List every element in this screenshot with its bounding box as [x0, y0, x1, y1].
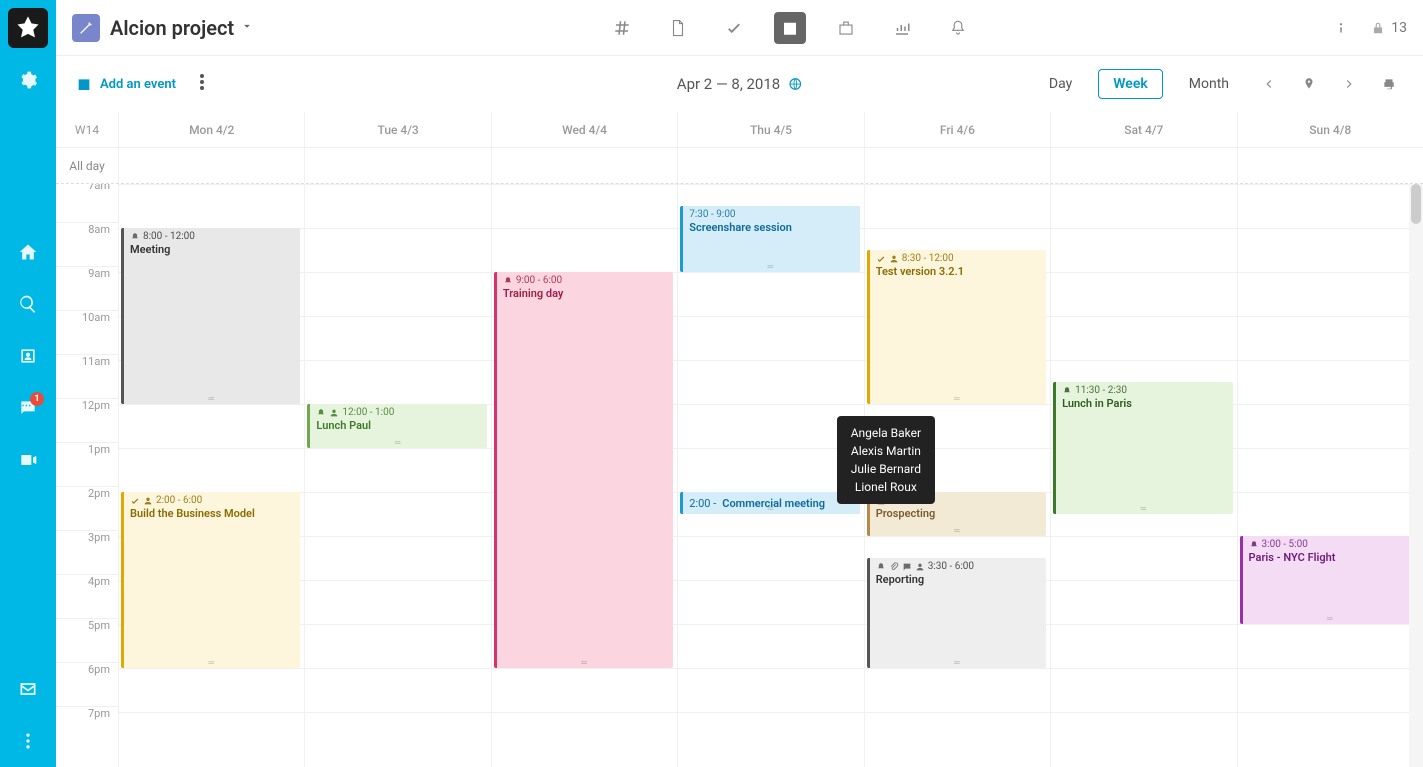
event-lunch[interactable]: 12:00 - 1:00 Lunch Paul ═	[307, 404, 486, 448]
day-column-sat[interactable]: 11:30 - 2:30 Lunch in Paris ═	[1050, 184, 1236, 767]
search-icon[interactable]	[8, 284, 48, 324]
attachment-icon	[889, 562, 899, 572]
next-icon[interactable]	[1335, 70, 1363, 98]
home-icon[interactable]	[8, 232, 48, 272]
day-column-sun[interactable]: 3:00 - 5:00 Paris - NYC Flight ═	[1237, 184, 1423, 767]
event-paris[interactable]: 11:30 - 2:30 Lunch in Paris ═	[1053, 382, 1232, 514]
bell-icon	[503, 276, 513, 286]
sidebar: 1	[0, 0, 56, 767]
more-sidebar-icon[interactable]	[8, 721, 48, 761]
day-header[interactable]: Wed 4/4	[491, 112, 677, 147]
event-screenshare[interactable]: 7:30 - 9:00 Screenshare session ═	[680, 206, 859, 272]
check-icon	[876, 254, 886, 264]
event-biz[interactable]: 2:00 - 6:00 Build the Business Model ═	[121, 492, 300, 668]
user-icon	[329, 408, 339, 418]
settings-icon[interactable]	[8, 60, 48, 100]
day-view-button[interactable]: Day	[1035, 70, 1086, 98]
user-count[interactable]: 13	[1371, 20, 1407, 36]
chat-icon[interactable]: 1	[8, 388, 48, 428]
mail-icon[interactable]	[8, 669, 48, 709]
briefcase-icon[interactable]	[830, 12, 862, 44]
date-range: Apr 2 — 8, 2018	[677, 75, 802, 93]
calendar-icon[interactable]	[774, 12, 806, 44]
project-title[interactable]: Alcion project	[110, 16, 234, 40]
scrollbar[interactable]	[1409, 184, 1423, 767]
check-icon[interactable]	[718, 12, 750, 44]
attendee-tooltip: Angela Baker Alexis Martin Julie Bernard…	[837, 416, 935, 504]
day-header[interactable]: Fri 4/6	[864, 112, 1050, 147]
calendar-body: 7am 8am 9am 10am 11am 12pm 1pm 2pm 3pm 4…	[56, 184, 1423, 767]
event-meeting[interactable]: 8:00 - 12:00 Meeting ═	[121, 228, 300, 404]
user-icon	[915, 562, 925, 572]
toolbar: Add an event Apr 2 — 8, 2018 Day Week Mo…	[56, 56, 1423, 112]
app-logo[interactable]	[8, 8, 48, 48]
user-icon	[143, 496, 153, 506]
day-header[interactable]: Tue 4/3	[304, 112, 490, 147]
chat-badge: 1	[30, 392, 44, 406]
day-column-tue[interactable]: 12:00 - 1:00 Lunch Paul ═	[304, 184, 490, 767]
location-icon[interactable]	[1295, 70, 1323, 98]
main: Alcion project 13	[56, 0, 1423, 767]
day-column-wed[interactable]: 9:00 - 6:00 Training day ═	[491, 184, 677, 767]
day-column-mon[interactable]: 8:00 - 12:00 Meeting ═ 2:00 - 6:00 Build…	[118, 184, 304, 767]
week-label: W14	[56, 112, 118, 147]
calendar-header: W14 Mon 4/2 Tue 4/3 Wed 4/4 Thu 4/5 Fri …	[56, 112, 1423, 148]
event-commercial[interactable]: 2:00 -Commercial meeting ═	[680, 492, 859, 514]
allday-row: All day	[56, 148, 1423, 184]
more-icon[interactable]	[200, 74, 204, 94]
file-icon[interactable]	[662, 12, 694, 44]
day-header[interactable]: Thu 4/5	[677, 112, 863, 147]
day-column-fri[interactable]: 8:30 - 12:00 Test version 3.2.1 ═ 2:00 -…	[864, 184, 1050, 767]
project-icon[interactable]	[72, 14, 100, 42]
topbar: Alcion project 13	[56, 0, 1423, 56]
scrollbar-thumb[interactable]	[1411, 184, 1421, 224]
month-view-button[interactable]: Month	[1175, 70, 1243, 98]
week-view-button[interactable]: Week	[1098, 69, 1163, 99]
event-flight[interactable]: 3:00 - 5:00 Paris - NYC Flight ═	[1240, 536, 1419, 624]
bell-icon	[1249, 540, 1259, 550]
bell-icon	[316, 408, 326, 418]
globe-icon[interactable]	[788, 77, 802, 91]
event-test[interactable]: 8:30 - 12:00 Test version 3.2.1 ═	[867, 250, 1046, 404]
contacts-icon[interactable]	[8, 336, 48, 376]
chevron-down-icon[interactable]	[240, 19, 254, 37]
bell-icon	[1062, 386, 1072, 396]
user-icon	[889, 254, 899, 264]
bell-icon	[130, 232, 140, 242]
add-event-button[interactable]: Add an event	[76, 76, 176, 92]
day-column-thu[interactable]: 7:30 - 9:00 Screenshare session ═ 2:00 -…	[677, 184, 863, 767]
info-icon[interactable]	[1325, 12, 1357, 44]
video-icon[interactable]	[8, 440, 48, 480]
day-header[interactable]: Mon 4/2	[118, 112, 304, 147]
event-training[interactable]: 9:00 - 6:00 Training day ═	[494, 272, 673, 668]
day-header[interactable]: Sun 4/8	[1237, 112, 1423, 147]
print-icon[interactable]	[1375, 70, 1403, 98]
check-icon	[130, 496, 140, 506]
comment-icon	[902, 562, 912, 572]
calendar: W14 Mon 4/2 Tue 4/3 Wed 4/4 Thu 4/5 Fri …	[56, 112, 1423, 767]
hash-icon[interactable]	[606, 12, 638, 44]
bell-icon	[876, 562, 886, 572]
bell-icon[interactable]	[942, 12, 974, 44]
event-reporting[interactable]: 3:30 - 6:00 Reporting ═	[867, 558, 1046, 668]
chart-icon[interactable]	[886, 12, 918, 44]
time-column: 7am 8am 9am 10am 11am 12pm 1pm 2pm 3pm 4…	[56, 184, 118, 767]
day-header[interactable]: Sat 4/7	[1050, 112, 1236, 147]
prev-icon[interactable]	[1255, 70, 1283, 98]
